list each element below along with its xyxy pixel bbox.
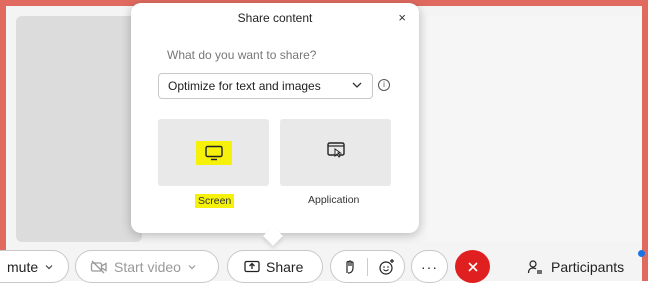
close-icon[interactable]: × — [398, 11, 406, 25]
raise-hand-icon[interactable] — [343, 259, 357, 275]
more-options-button[interactable]: ··· — [411, 250, 448, 283]
monitor-icon — [195, 140, 232, 165]
video-off-icon — [90, 260, 108, 274]
notification-badge — [638, 250, 645, 257]
chevron-down-icon — [351, 79, 363, 94]
share-application-option[interactable] — [280, 119, 391, 186]
share-question: What do you want to share? — [167, 48, 317, 62]
share-icon — [244, 260, 260, 274]
share-label: Share — [266, 258, 304, 275]
chevron-down-icon[interactable] — [187, 262, 197, 272]
end-call-button[interactable] — [455, 250, 490, 283]
application-window-icon — [326, 141, 346, 164]
mute-button[interactable]: mute — [0, 250, 69, 283]
reactions-group — [330, 250, 405, 283]
share-content-popup: Share content × What do you want to shar… — [131, 3, 419, 233]
stage-area — [426, 16, 642, 242]
reactions-icon[interactable] — [378, 258, 396, 276]
more-icon: ··· — [421, 258, 438, 275]
start-video-label: Start video — [114, 258, 181, 275]
optimize-select-value: Optimize for text and images — [168, 79, 321, 93]
close-icon — [467, 261, 479, 273]
participants-button[interactable]: Participants — [527, 259, 624, 275]
participants-icon — [527, 259, 543, 275]
optimize-select[interactable]: Optimize for text and images — [158, 73, 373, 99]
participants-label: Participants — [551, 259, 625, 275]
share-button[interactable]: Share — [227, 250, 323, 283]
chevron-down-icon[interactable] — [44, 262, 54, 272]
popup-title: Share content — [237, 11, 313, 25]
info-icon[interactable]: i — [378, 79, 390, 91]
share-screen-option[interactable] — [158, 119, 269, 186]
mute-label: mute — [7, 258, 39, 275]
option-label-application: Application — [308, 194, 360, 206]
video-tile — [16, 16, 142, 242]
option-label-screen: Screen — [195, 194, 235, 208]
divider — [367, 257, 368, 276]
start-video-button[interactable]: Start video — [75, 250, 219, 283]
